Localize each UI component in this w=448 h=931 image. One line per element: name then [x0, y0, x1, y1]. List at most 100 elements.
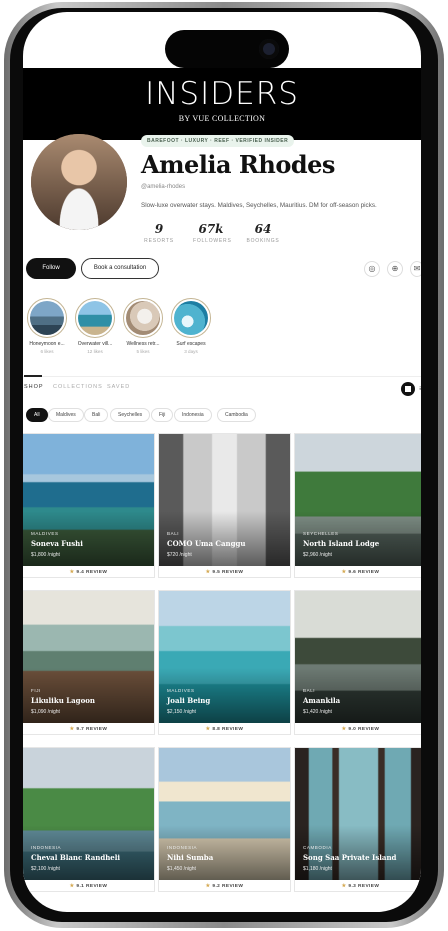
highlight-honeymoon[interactable]: Honeymoon e... 6 likes: [25, 298, 69, 354]
app-screen: INSIDERS BY VUE COLLECTION BAREFOOT · LU…: [23, 12, 421, 912]
resort-name: Soneva Fushi: [31, 539, 83, 548]
resort-location: CAMBODIA: [303, 845, 332, 850]
resort-card[interactable]: INDONESIA Nihi Sumba $1,450 /night ★ 9.2 …: [158, 747, 291, 892]
resort-name: North Island Lodge: [303, 539, 380, 548]
section-divider: [23, 376, 421, 377]
resort-image: MALDIVES Soneva Fushi $1,800 /night: [23, 434, 154, 566]
filter-all[interactable]: All: [26, 408, 48, 422]
resort-card[interactable]: MALDIVES Soneva Fushi $1,800 /night ★ 9.4…: [23, 433, 155, 578]
resort-image: FIJI Likuliku Lagoon $1,090 /night: [23, 591, 154, 723]
review-text: 9.6 REVIEW: [348, 570, 380, 575]
review-text: 9.7 REVIEW: [76, 727, 108, 732]
resort-name: Nihi Sumba: [167, 853, 214, 862]
brand-logo[interactable]: INSIDERS: [23, 76, 421, 112]
highlight-ring: [171, 298, 211, 338]
resort-image: BALI Amankila $1,420 /night: [295, 591, 421, 723]
star-icon: ★: [341, 727, 347, 732]
filter-cambodia[interactable]: Cambodia: [217, 408, 256, 422]
globe-icon[interactable]: ⊕: [387, 261, 403, 277]
filter-bali[interactable]: Bali: [84, 408, 109, 422]
resort-card[interactable]: CAMBODIA Song Saa Private Island $1,180 …: [294, 747, 421, 892]
highlight-label: Overwater vill...: [77, 341, 113, 347]
highlight-label: Honeymoon e...: [29, 341, 65, 347]
highlight-count: 6 likes: [40, 349, 54, 354]
resort-card[interactable]: BALI Amankila $1,420 /night ★ 9.0 REVIEW: [294, 590, 421, 735]
highlight-count: 3 days: [184, 349, 198, 354]
resort-price: $2,960 /night: [303, 552, 332, 558]
resort-location: SEYCHELLES: [303, 531, 339, 536]
resort-card[interactable]: FIJI Likuliku Lagoon $1,090 /night ★ 9.7 …: [23, 590, 155, 735]
brand-subtitle: BY VUE COLLECTION: [178, 114, 266, 123]
resort-location: MALDIVES: [31, 531, 59, 536]
resort-name: Cheval Blanc Randheli: [31, 853, 121, 862]
grid-view-icon[interactable]: [401, 382, 415, 396]
resort-review: ★ 9.4 REVIEW: [23, 570, 154, 575]
tab-collections[interactable]: COLLECTIONS: [53, 384, 103, 390]
star-icon: ★: [69, 727, 75, 732]
follow-button[interactable]: Follow: [26, 258, 76, 279]
highlight-surf[interactable]: Surf escapes 3 days: [169, 298, 213, 354]
highlight-ring: [75, 298, 115, 338]
resort-location: MALDIVES: [167, 688, 195, 693]
active-tab-indicator: [24, 375, 42, 377]
star-icon: ★: [341, 884, 347, 889]
profile-bio: Slow-luxe overwater stays. Maldives, Sey…: [141, 202, 377, 209]
resort-image: INDONESIA Nihi Sumba $1,450 /night: [159, 748, 290, 880]
resort-image: SEYCHELLES North Island Lodge $2,960 /ni…: [295, 434, 421, 566]
review-text: 9.1 REVIEW: [76, 884, 108, 889]
highlight-label: Wellness retr...: [126, 341, 160, 347]
stat-value: 67k: [198, 222, 224, 236]
resort-location: BALI: [303, 688, 316, 693]
resort-review: ★ 9.7 REVIEW: [23, 727, 154, 732]
filter-indonesia[interactable]: Indonesia: [174, 408, 212, 422]
resort-image: INDONESIA Cheval Blanc Randheli $2,100 /…: [23, 748, 154, 880]
list-view-icon[interactable]: ≡: [419, 385, 421, 393]
resort-review: ★ 9.6 REVIEW: [295, 570, 421, 575]
tab-saved[interactable]: SAVED: [107, 384, 130, 390]
book-consultation-button[interactable]: Book a consultation: [81, 258, 159, 279]
star-icon: ★: [205, 727, 211, 732]
highlight-overwater[interactable]: Overwater vill... 12 likes: [73, 298, 117, 354]
review-text: 9.4 REVIEW: [76, 570, 108, 575]
filter-seychelles[interactable]: Seychelles: [110, 408, 151, 422]
resort-location: INDONESIA: [31, 845, 62, 850]
resort-name: Song Saa Private Island: [303, 853, 397, 862]
resort-price: $2,150 /night: [167, 709, 196, 715]
highlight-count: 12 likes: [87, 349, 103, 354]
highlight-wellness[interactable]: Wellness retr... 5 likes: [121, 298, 165, 354]
resort-location: INDONESIA: [167, 845, 198, 850]
filter-maldives[interactable]: Maldives: [48, 408, 84, 422]
resort-review: ★ 9.5 REVIEW: [159, 570, 290, 575]
resort-card[interactable]: INDONESIA Cheval Blanc Randheli $2,100 /…: [23, 747, 155, 892]
filter-fiji[interactable]: Fiji: [151, 408, 174, 422]
star-icon: ★: [341, 570, 347, 575]
resort-name: COMO Uma Canggu: [167, 539, 246, 548]
resort-review: ★ 9.3 REVIEW: [295, 884, 421, 889]
resort-review: ★ 9.2 REVIEW: [159, 884, 290, 889]
tab-shop[interactable]: SHOP: [24, 384, 44, 390]
stat-label: FOLLOWERS: [193, 238, 232, 244]
review-text: 9.0 REVIEW: [348, 727, 380, 732]
camera-icon: [259, 39, 279, 59]
avatar-photo: [31, 134, 127, 230]
stat-value: 64: [254, 222, 272, 236]
resort-card[interactable]: BALI COMO Uma Canggu $720 /night ★ 9.5 RE…: [158, 433, 291, 578]
resort-image: CAMBODIA Song Saa Private Island $1,180 …: [295, 748, 421, 880]
resort-price: $2,100 /night: [31, 866, 60, 872]
stat-resorts: 9 RESORTS: [141, 222, 177, 244]
mail-icon[interactable]: ✉: [410, 261, 421, 277]
avatar[interactable]: [31, 134, 127, 230]
app-header: INSIDERS BY VUE COLLECTION: [23, 68, 421, 140]
review-text: 9.5 REVIEW: [212, 570, 244, 575]
stat-bookings: 64 BOOKINGS: [245, 222, 281, 244]
resort-price: $1,090 /night: [31, 709, 60, 715]
star-icon: ★: [69, 884, 75, 889]
resort-card[interactable]: MALDIVES Joali Being $2,150 /night ★ 8.8 …: [158, 590, 291, 735]
highlight-image: [174, 301, 208, 335]
resort-location: FIJI: [31, 688, 41, 693]
resort-image: BALI COMO Uma Canggu $720 /night: [159, 434, 290, 566]
profile-stats: 9 RESORTS 67k FOLLOWERS 64 BOOKINGS: [141, 222, 281, 244]
profile-name: Amelia Rhodes: [141, 150, 335, 179]
instagram-icon[interactable]: ◎: [364, 261, 380, 277]
resort-card[interactable]: SEYCHELLES North Island Lodge $2,960 /ni…: [294, 433, 421, 578]
